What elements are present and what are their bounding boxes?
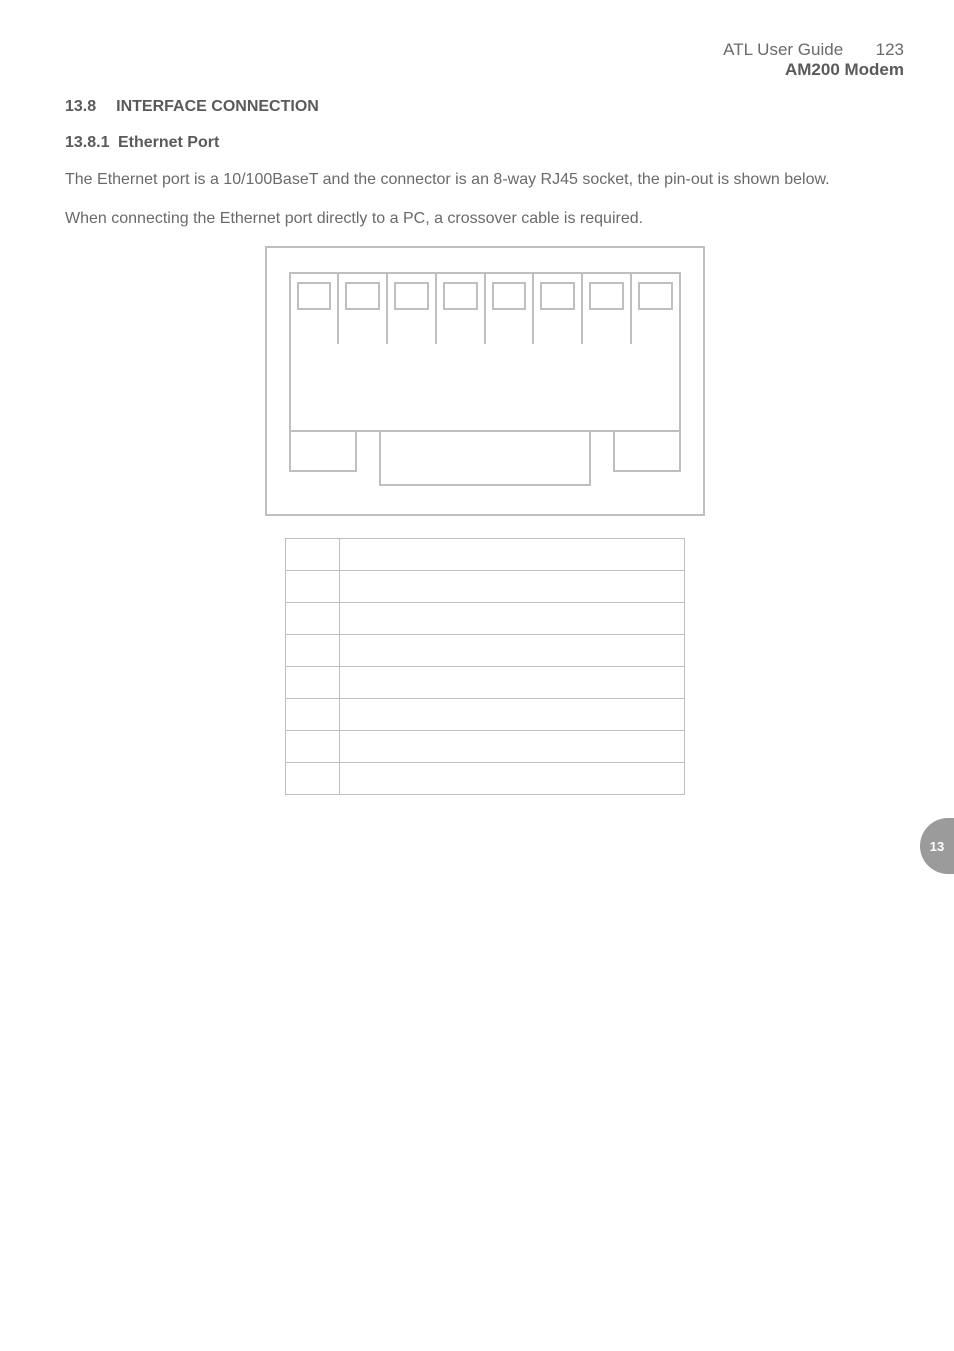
subsection-heading: 13.8.1 Ethernet Port (65, 134, 904, 152)
rj45-pin (339, 272, 388, 344)
rj45-pin-contact (638, 282, 673, 310)
pinout-desc-cell (339, 635, 684, 667)
rj45-figure (65, 246, 904, 516)
rj45-pin-contact (540, 282, 575, 310)
chapter-tab: 13 (920, 818, 954, 874)
paragraph-1: The Ethernet port is a 10/100BaseT and t… (65, 168, 904, 191)
paragraph-2: When connecting the Ethernet port direct… (65, 207, 904, 230)
pinout-desc-cell (339, 571, 684, 603)
chapter-tab-number: 13 (930, 839, 944, 854)
pinout-pin-cell (285, 667, 339, 699)
pinout-desc-cell (339, 731, 684, 763)
rj45-pin (289, 272, 340, 344)
pinout-pin-cell (285, 699, 339, 731)
table-row (285, 667, 684, 699)
rj45-step (591, 432, 613, 486)
pinout-pin-cell (285, 763, 339, 795)
rj45-body (289, 344, 681, 432)
pinout-desc-cell (339, 763, 684, 795)
table-row (285, 571, 684, 603)
header-right-block: ATL User Guide 123 AM200 Modem (723, 40, 904, 80)
rj45-pin (486, 272, 535, 344)
table-row (285, 635, 684, 667)
pinout-desc-cell (339, 699, 684, 731)
table-row (285, 699, 684, 731)
rj45-pin-contact (345, 282, 380, 310)
rj45-pin (583, 272, 632, 344)
rj45-latch (379, 432, 591, 486)
page-number: 123 (876, 40, 904, 59)
pinout-pin-cell (285, 539, 339, 571)
page-header: ATL User Guide 123 AM200 Modem (65, 40, 904, 80)
rj45-pin (534, 272, 583, 344)
pinout-pin-cell (285, 571, 339, 603)
product-name: AM200 Modem (723, 60, 904, 80)
rj45-pin-contact (492, 282, 527, 310)
table-row (285, 603, 684, 635)
rj45-latch-row (289, 432, 681, 486)
table-row (285, 539, 684, 571)
table-row (285, 763, 684, 795)
pinout-pin-cell (285, 603, 339, 635)
page-root: ATL User Guide 123 AM200 Modem 13.8 INTE… (0, 0, 954, 1351)
pinout-desc-cell (339, 539, 684, 571)
rj45-pin (388, 272, 437, 344)
rj45-pin-contact (443, 282, 478, 310)
subsection-title: Ethernet Port (118, 134, 219, 151)
rj45-pin-contact (394, 282, 429, 310)
pinout-desc-cell (339, 603, 684, 635)
rj45-pins-row (289, 272, 681, 344)
rj45-pin (632, 272, 681, 344)
rj45-step (357, 432, 379, 486)
pinout-pin-cell (285, 635, 339, 667)
pinout-pin-cell (285, 731, 339, 763)
subsection-number: 13.8.1 (65, 134, 109, 151)
rj45-pin-contact (297, 282, 332, 310)
pinout-table-wrap (65, 538, 904, 795)
rj45-shoulder-left (289, 432, 357, 472)
rj45-pin-contact (589, 282, 624, 310)
section-heading: 13.8 INTERFACE CONNECTION (65, 98, 904, 116)
section-number: 13.8 (65, 98, 96, 116)
rj45-pin (437, 272, 486, 344)
doc-title: ATL User Guide (723, 40, 843, 59)
pinout-desc-cell (339, 667, 684, 699)
rj45-shoulder-right (613, 432, 681, 472)
rj45-connector-diagram (265, 246, 705, 516)
pinout-table (285, 538, 685, 795)
section-title: INTERFACE CONNECTION (116, 98, 319, 116)
table-row (285, 731, 684, 763)
